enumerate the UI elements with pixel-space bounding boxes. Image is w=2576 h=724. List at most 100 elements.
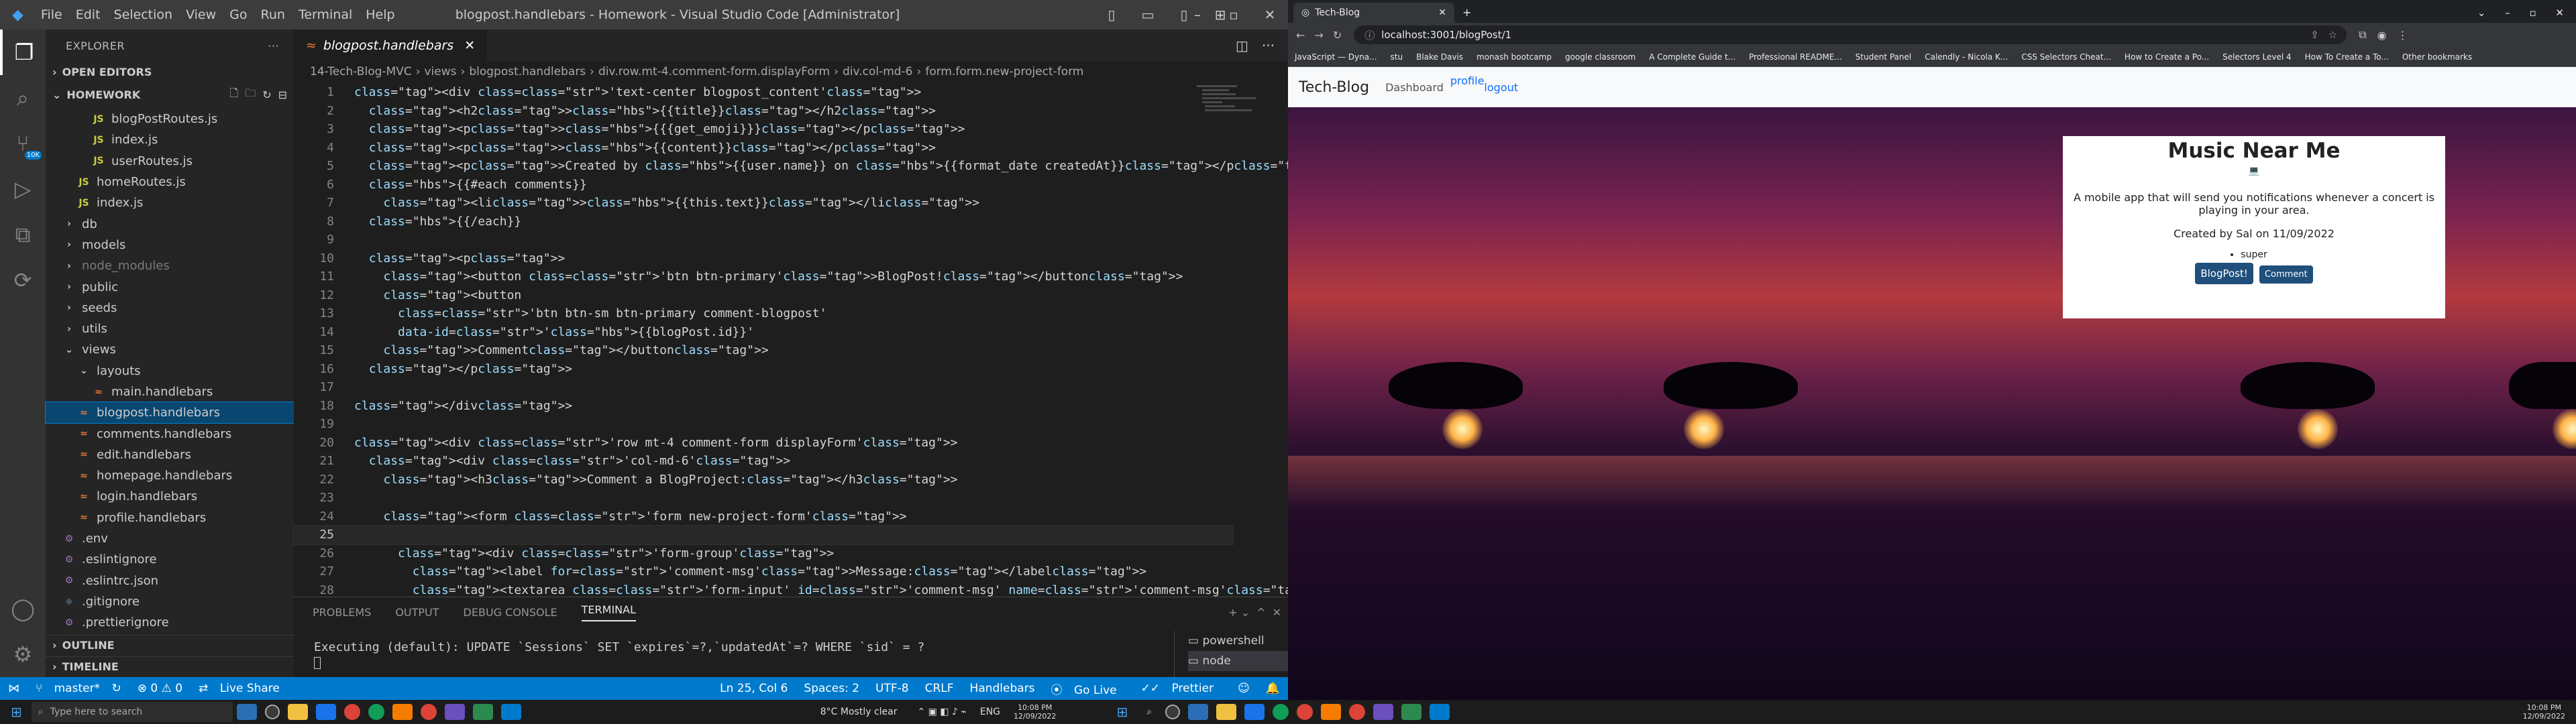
vscode-taskbar-icon[interactable]: [1430, 704, 1450, 720]
clock[interactable]: 10:08 PM 12/09/2022: [1014, 703, 1056, 721]
share-icon[interactable]: ⇪: [2310, 29, 2319, 41]
windows-start-icon[interactable]: ⊞: [1116, 704, 1128, 720]
folder-item[interactable]: ⌄ views: [46, 339, 294, 360]
site-brand[interactable]: Tech-Blog: [1299, 79, 1369, 96]
live-share-status[interactable]: ⇄ Live Share: [199, 682, 288, 695]
encoding-status[interactable]: UTF-8: [875, 682, 909, 695]
clock-secondary[interactable]: 10:08 PM 12/09/2022: [2523, 703, 2565, 721]
forward-icon[interactable]: →: [1314, 29, 1323, 42]
bookmark-item[interactable]: JavaScript — Dyna...: [1295, 52, 1377, 62]
maximize-icon[interactable]: ▫: [1216, 7, 1252, 23]
nav-logout-link[interactable]: logout: [1484, 81, 1518, 94]
menu-item-edit[interactable]: Edit: [76, 7, 101, 22]
chrome-icon[interactable]: [1349, 704, 1366, 720]
edge-icon[interactable]: [368, 704, 384, 720]
feedback-icon[interactable]: ☺: [1238, 682, 1250, 695]
menu-item-terminal[interactable]: Terminal: [299, 7, 352, 22]
file-item[interactable]: JS index.js: [46, 129, 294, 150]
bookmark-item[interactable]: CSS Selectors Cheat...: [2021, 52, 2111, 62]
file-item[interactable]: ⚙ .env: [46, 528, 294, 549]
editor-more-icon[interactable]: ···: [1262, 38, 1275, 54]
search-icon[interactable]: ⌕: [1146, 707, 1152, 717]
file-item[interactable]: ≈ main.handlebars: [46, 381, 294, 402]
chrome-icon[interactable]: [343, 704, 360, 720]
browser-menu-icon[interactable]: ⋮: [2398, 29, 2408, 42]
toggle-panel-icon[interactable]: ▭: [1130, 7, 1166, 23]
toggle-sidebar-icon[interactable]: ▯: [1093, 7, 1130, 23]
minimap[interactable]: [1197, 83, 1271, 164]
bookmark-item[interactable]: stu: [1391, 52, 1403, 62]
file-item[interactable]: ≈ blogpost.handlebars: [45, 402, 294, 424]
close-window-icon[interactable]: ✕: [1252, 7, 1288, 23]
chrome-icon[interactable]: [420, 704, 437, 720]
bookmark-item[interactable]: Other bookmarks: [2402, 52, 2472, 62]
mail-icon[interactable]: [315, 704, 336, 720]
app-icon[interactable]: [1373, 704, 1394, 720]
file-item[interactable]: JS index.js: [46, 192, 294, 213]
browser-tab[interactable]: ◎ Tech-Blog ✕: [1293, 3, 1454, 23]
workspace-section[interactable]: ⌄ HOMEWORK 🗋 🗀 ↻ ⊟: [46, 84, 294, 105]
file-item[interactable]: ≈ edit.handlebars: [46, 444, 294, 465]
file-item[interactable]: JS userRoutes.js: [46, 151, 294, 172]
refresh-icon[interactable]: ↻: [262, 88, 271, 101]
close-window-icon[interactable]: ✕: [2555, 7, 2564, 19]
tab-terminal[interactable]: TERMINAL: [581, 603, 637, 621]
close-panel-icon[interactable]: ✕: [1273, 606, 1281, 619]
account-icon[interactable]: ◯: [0, 586, 46, 631]
code-editor[interactable]: 1 class="tag"><div class=class="str">'tex…: [293, 83, 1328, 599]
folder-item[interactable]: › utils: [46, 318, 294, 339]
collapse-all-icon[interactable]: ⊟: [278, 88, 287, 101]
eol-status[interactable]: CRLF: [925, 682, 954, 695]
file-item[interactable]: ≈ login.handlebars: [46, 486, 294, 507]
breadcrumb-item[interactable]: div.row.mt-4.comment-form.displayForm: [598, 65, 830, 78]
manage-gear-icon[interactable]: ⚙: [0, 631, 46, 677]
folder-item[interactable]: › db: [46, 213, 294, 234]
new-folder-icon[interactable]: 🗀: [245, 86, 256, 104]
timeline-section[interactable]: › TIMELINE: [46, 656, 294, 676]
edge-icon[interactable]: [1273, 704, 1289, 720]
app-icon[interactable]: [392, 704, 413, 720]
menu-item-run[interactable]: Run: [261, 7, 285, 22]
node-icon[interactable]: [1401, 704, 1422, 720]
menu-item-view[interactable]: View: [186, 7, 216, 22]
bookmark-item[interactable]: Blake Davis: [1416, 52, 1463, 62]
remote-icon[interactable]: ⟳: [0, 257, 46, 303]
tab-output[interactable]: OUTPUT: [395, 606, 439, 619]
tray-icons[interactable]: ⌃ ▣ ◧ ♪ ⌁: [918, 707, 967, 717]
prettier-status[interactable]: ✓✓ Prettier: [1141, 682, 1222, 695]
run-debug-icon[interactable]: ▷: [0, 166, 46, 212]
new-tab-icon[interactable]: +: [1462, 6, 1471, 19]
taskbar-search[interactable]: ⌕ Type here to search: [31, 702, 233, 722]
site-info-icon[interactable]: ⓘ: [1364, 28, 1375, 42]
source-control-icon[interactable]: ⑂ 10K: [0, 121, 46, 166]
bookmark-item[interactable]: Selectors Level 4: [2222, 52, 2292, 62]
bookmark-item[interactable]: How to Create a Po...: [2125, 52, 2209, 62]
file-item[interactable]: ≈ comments.handlebars: [46, 423, 294, 444]
menu-item-go[interactable]: Go: [229, 7, 247, 22]
explorer-icon[interactable]: ❐: [0, 29, 46, 75]
folder-item[interactable]: › node_modules: [46, 255, 294, 276]
vscode-taskbar-icon[interactable]: [500, 704, 521, 720]
outline-section[interactable]: › OUTLINE: [46, 635, 294, 655]
bookmark-item[interactable]: Calendly - Nicola K...: [1925, 52, 2008, 62]
node-icon[interactable]: [472, 704, 493, 720]
blogpost-button[interactable]: BlogPost!: [2195, 263, 2253, 284]
terminal-item-node[interactable]: ▭ node: [1188, 651, 1288, 671]
branch-status[interactable]: ⑂ master* ↻: [36, 682, 121, 695]
menu-item-selection[interactable]: Selection: [114, 7, 173, 22]
bookmark-item[interactable]: Student Panel: [1856, 52, 1911, 62]
language-status[interactable]: Handlebars: [970, 682, 1035, 695]
search-icon[interactable]: ⌕: [0, 75, 46, 121]
problems-status[interactable]: ⊗ 0 ⚠ 0: [138, 682, 182, 695]
file-explorer-icon[interactable]: [1216, 704, 1237, 720]
nav-dashboard-link[interactable]: Dashboard: [1385, 81, 1444, 94]
tab-problems[interactable]: PROBLEMS: [313, 606, 371, 619]
remote-indicator-icon[interactable]: ⋈: [8, 682, 19, 695]
folder-item[interactable]: › public: [46, 276, 294, 297]
minimize-icon[interactable]: –: [1179, 7, 1216, 23]
go-live-status[interactable]: ⦿ Go Live: [1051, 680, 1125, 697]
extensions-icon[interactable]: ⧉: [2359, 28, 2366, 42]
maximize-panel-icon[interactable]: ^: [1256, 606, 1265, 619]
bookmark-item[interactable]: A Complete Guide t...: [1649, 52, 1735, 62]
close-tab-icon[interactable]: ✕: [464, 38, 475, 53]
